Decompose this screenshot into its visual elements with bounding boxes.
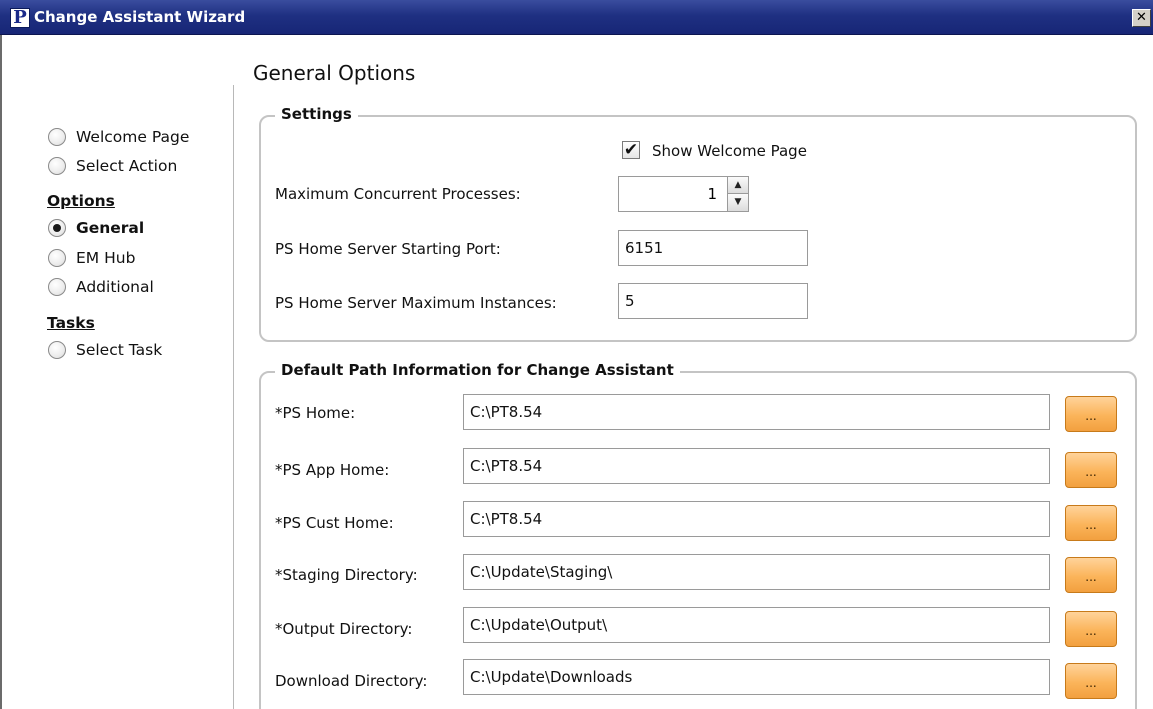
nav-item-em-hub[interactable]: EM Hub [48,246,135,270]
ps-app-home-browse-button[interactable]: ... [1065,452,1117,488]
spinner-up-button[interactable]: ▲ [727,176,749,194]
page-title: General Options [253,61,416,85]
nav-item-label: EM Hub [76,249,136,267]
window-left-border [0,35,2,709]
download-directory-browse-button[interactable]: ... [1065,663,1117,699]
download-directory-input[interactable]: C:\Update\Downloads [463,659,1050,695]
output-directory-input[interactable]: C:\Update\Output\ [463,607,1050,643]
output-directory-browse-button[interactable]: ... [1065,611,1117,647]
nav-item-label: General [76,219,145,237]
radio-selected-icon [48,219,66,237]
nav-item-label: Welcome Page [76,128,190,146]
nav-item-label: Select Action [76,157,178,175]
show-welcome-label: Show Welcome Page [652,142,807,160]
max-concurrent-spinner-input[interactable]: 1 [618,176,728,212]
spinner-down-button[interactable]: ▼ [727,194,749,212]
ps-home-browse-button[interactable]: ... [1065,396,1117,432]
ps-app-home-input[interactable]: C:\PT8.54 [463,448,1050,484]
close-button[interactable]: ✕ [1132,9,1151,27]
arrow-down-icon: ▼ [734,197,742,207]
nav-divider [233,85,234,709]
radio-icon [48,157,66,175]
nav-item-label: Select Task [76,341,163,359]
ps-home-label: *PS Home: [275,404,356,422]
window-title: Change Assistant Wizard [34,8,246,26]
nav-item-welcome-page[interactable]: Welcome Page [48,125,189,149]
ps-app-home-label: *PS App Home: [275,461,390,479]
radio-icon [48,278,66,296]
starting-port-input[interactable]: 6151 [618,230,808,266]
max-concurrent-spinner-buttons: ▲ ▼ [727,176,749,212]
checkmark-icon: ✔ [623,140,639,160]
ps-cust-home-browse-button[interactable]: ... [1065,505,1117,541]
show-welcome-checkbox[interactable]: ✔ [622,141,640,159]
nav-item-general[interactable]: General [48,216,144,240]
starting-port-label: PS Home Server Starting Port: [275,240,501,258]
peoplesoft-app-icon: P [10,8,30,28]
arrow-up-icon: ▲ [734,180,742,190]
ps-cust-home-input[interactable]: C:\PT8.54 [463,501,1050,537]
max-concurrent-label: Maximum Concurrent Processes: [275,185,521,203]
close-icon: ✕ [1136,10,1147,25]
nav-heading-options: Options [47,192,115,210]
radio-icon [48,128,66,146]
staging-directory-input[interactable]: C:\Update\Staging\ [463,554,1050,590]
default-path-group-title: Default Path Information for Change Assi… [275,361,680,379]
window-titlebar: P Change Assistant Wizard ✕ [0,0,1153,35]
nav-item-select-task[interactable]: Select Task [48,338,162,362]
radio-icon [48,341,66,359]
nav-item-label: Additional [76,278,154,296]
ps-home-input[interactable]: C:\PT8.54 [463,394,1050,430]
staging-directory-browse-button[interactable]: ... [1065,557,1117,593]
ps-cust-home-label: *PS Cust Home: [275,514,394,532]
nav-heading-tasks: Tasks [47,314,95,332]
output-directory-label: *Output Directory: [275,620,413,638]
nav-item-select-action[interactable]: Select Action [48,154,177,178]
max-instances-input[interactable]: 5 [618,283,808,319]
staging-directory-label: *Staging Directory: [275,566,418,584]
max-instances-label: PS Home Server Maximum Instances: [275,294,557,312]
download-directory-label: Download Directory: [275,672,428,690]
settings-group-title: Settings [275,105,358,123]
nav-item-additional[interactable]: Additional [48,275,154,299]
radio-icon [48,249,66,267]
